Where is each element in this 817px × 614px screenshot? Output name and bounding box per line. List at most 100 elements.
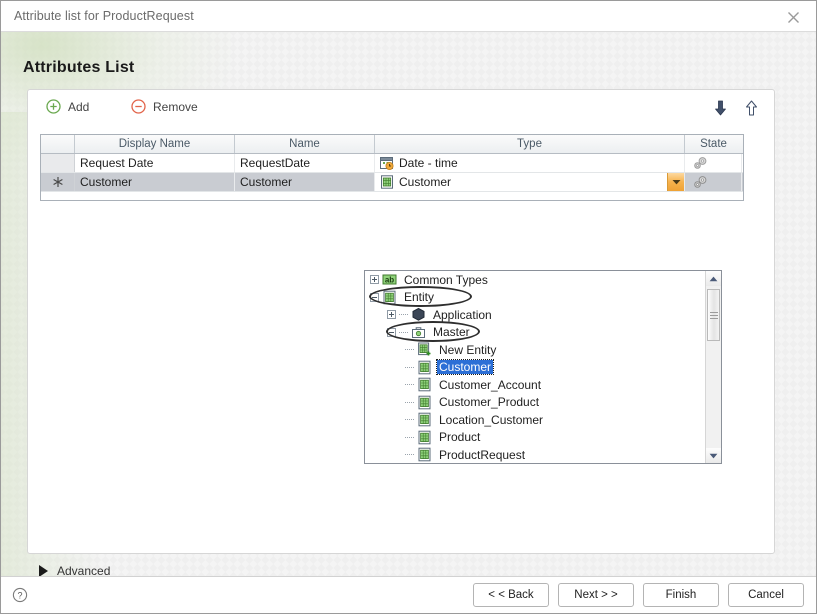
tree-node-new-entity[interactable]: New Entity [365,341,705,359]
attributes-panel: Add Remove Display Name Name Type State … [27,89,775,554]
attribute-list-dialog: Attribute list for ProductRequest Attrib… [0,0,817,614]
tree-scrollbar-thumb[interactable] [707,289,720,341]
tree-node-master[interactable]: Master [365,324,705,342]
dialog-footer: ? < < Back Next > > Finish Cancel [1,576,816,613]
hexagon-icon [412,308,425,322]
close-icon[interactable] [780,6,806,28]
help-icon[interactable]: ? [12,587,28,603]
gears-icon [694,157,707,169]
tree-node-product[interactable]: Product [365,429,705,447]
chevron-down-icon [672,180,680,185]
cell-type-label: Date - time [399,156,458,170]
dialog-body: Attributes List Add Remove Display Name … [1,32,816,582]
tree-node-customer[interactable]: Customer [365,359,705,377]
cell-name[interactable]: RequestDate [235,154,375,172]
scroll-up-icon[interactable] [706,271,721,286]
cell-state[interactable] [685,154,742,172]
entity-grid-icon [383,290,396,305]
tree-node-label: Customer_Product [439,395,540,410]
tree-node-label: Product [439,430,481,445]
new-entity-icon [418,342,431,356]
row-order-controls [714,100,758,119]
tree-connector [405,454,414,456]
dialog-title: Attribute list for ProductRequest [14,9,194,23]
page-title: Attributes List [23,59,135,76]
tree-node-label: Application [433,307,492,322]
tree-scroll-area: ab Common Types Entity Application Maste… [365,271,705,463]
tree-node-common-types[interactable]: ab Common Types [365,271,705,289]
table-row[interactable]: Request Date RequestDate Date - time [41,154,743,173]
tree-node-product-request[interactable]: ProductRequest [365,446,705,463]
tree-node-label: Common Types [404,272,488,287]
tree-node-label: ProductRequest [439,447,526,462]
tree-node-label: Customer_Account [439,377,542,392]
type-dropdown-tree[interactable]: ab Common Types Entity Application Maste… [364,270,722,464]
tree-node-customer-product[interactable]: Customer_Product [365,394,705,412]
entity-grid-icon [381,175,393,189]
row-selector-cell[interactable] [41,154,75,172]
tree-node-label: New Entity [439,342,497,357]
expand-toggle-icon[interactable] [370,275,379,285]
tree-node-label: Customer [435,359,495,376]
tree-connector [405,366,414,368]
cell-display-name[interactable]: Request Date [75,154,235,172]
collapse-toggle-icon[interactable] [387,327,396,337]
tree-node-label: Master [433,325,470,340]
entity-grid-icon [418,377,431,392]
minus-circle-icon [131,99,146,114]
finish-button[interactable]: Finish [643,583,719,607]
grid-header-name[interactable]: Name [235,135,375,153]
cell-type[interactable]: Date - time [375,154,685,172]
tree-node-entity[interactable]: Entity [365,289,705,307]
new-row-asterisk-icon [52,177,63,187]
table-row[interactable]: Customer Customer Customer [41,173,743,192]
remove-button-label: Remove [153,99,198,114]
cell-name[interactable]: Customer [235,173,375,191]
next-button[interactable]: Next > > [558,583,634,607]
cell-display-name[interactable]: Customer [75,173,235,191]
tree-node-application[interactable]: Application [365,306,705,324]
cell-state[interactable] [685,173,742,191]
tree-connector [399,331,408,333]
grid-header-type[interactable]: Type [375,135,685,153]
scroll-down-icon[interactable] [706,448,721,463]
row-selector-cell[interactable] [41,173,75,191]
dialog-titlebar: Attribute list for ProductRequest [1,1,816,32]
cell-type-label: Customer [399,175,452,189]
calendar-clock-icon [380,157,394,170]
back-button[interactable]: < < Back [473,583,549,607]
gears-icon [694,176,707,188]
grid-toolbar: Add Remove [28,90,774,126]
grid-header-display-name[interactable]: Display Name [75,135,235,153]
attributes-grid: Display Name Name Type State Request Dat… [40,134,744,201]
tree-connector [405,401,414,403]
type-dropdown-button[interactable] [667,173,684,191]
tree-scrollbar[interactable] [705,271,721,463]
tree-node-location-customer[interactable]: Location_Customer [365,411,705,429]
tree-connector [405,436,414,438]
collapse-toggle-icon[interactable] [370,292,379,302]
tree-connector [405,419,414,421]
entity-grid-icon [418,447,431,462]
arrow-down-icon[interactable] [714,100,727,119]
remove-button[interactable]: Remove [131,99,198,114]
tree-node-customer-account[interactable]: Customer_Account [365,376,705,394]
grid-header-state[interactable]: State [685,135,742,153]
add-button-label: Add [68,99,90,114]
grid-header-row: Display Name Name Type State [41,135,743,154]
arrow-up-icon[interactable] [745,100,758,119]
grid-empty-area [41,192,743,200]
add-button[interactable]: Add [46,99,89,114]
expand-toggle-icon[interactable] [387,310,396,320]
tree-connector [405,384,414,386]
tree-connector [405,349,414,351]
entity-grid-icon [418,412,431,427]
grid-header-selector[interactable] [41,135,75,153]
svg-text:ab: ab [385,276,394,285]
footer-button-group: < < Back Next > > Finish Cancel [473,583,804,607]
scrollbar-grip-icon [710,312,718,319]
svg-text:?: ? [17,590,22,600]
cell-type[interactable]: Customer [375,173,685,191]
ab-text-icon: ab [382,274,397,285]
cancel-button[interactable]: Cancel [728,583,804,607]
